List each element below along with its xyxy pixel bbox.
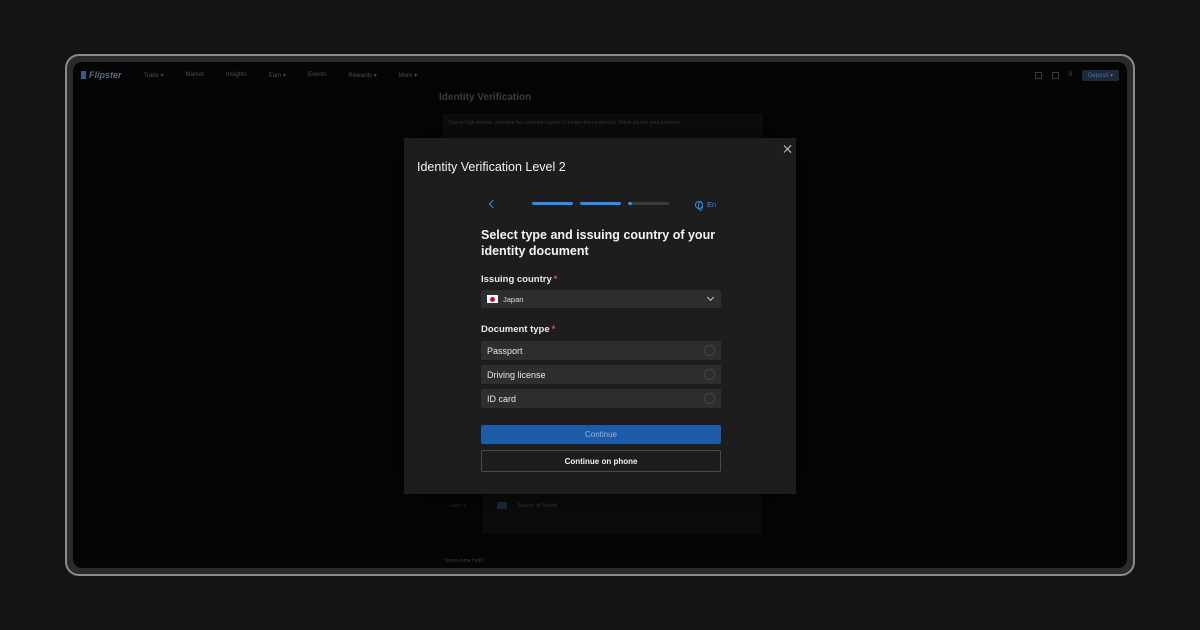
radio-button[interactable] (704, 393, 715, 404)
issuing-country-label: Issuing country * (481, 274, 557, 285)
brand-logo[interactable]: Flipster (81, 70, 122, 80)
language-label: En (707, 200, 717, 209)
nav-item-rewards[interactable]: Rewards ▾ (348, 72, 376, 79)
radio-button[interactable] (704, 345, 715, 356)
required-mark: * (553, 274, 558, 285)
notification-count[interactable]: 0 (1069, 72, 1072, 78)
notice-banner: Due to high volume, wait time for custom… (443, 114, 763, 140)
logo-icon (81, 71, 86, 79)
level-label: Level 4 (449, 503, 466, 509)
option-label: ID card (487, 393, 517, 404)
step-heading: Select type and issuing country of your … (481, 228, 716, 258)
close-icon[interactable] (781, 143, 793, 155)
modal-title: Identity Verification Level 2 (417, 160, 566, 174)
issuing-country-label-text: Issuing country (481, 274, 552, 285)
wallet-icon[interactable] (1051, 71, 1059, 79)
nav-item-trade[interactable]: Trade ▾ (144, 72, 164, 79)
brand-name: Flipster (89, 70, 122, 80)
help-link[interactable]: Need some help? (445, 558, 484, 564)
nav-item-earn[interactable]: Earn ▾ (269, 72, 286, 79)
document-option-driving-license[interactable]: Driving license (481, 365, 721, 384)
language-selector[interactable]: En (695, 200, 717, 211)
required-mark: * (551, 324, 556, 335)
download-icon[interactable] (1034, 71, 1042, 79)
continue-on-phone-button[interactable]: Continue on phone (481, 450, 721, 472)
chevron-down-icon (706, 293, 715, 302)
globe-icon (695, 200, 703, 211)
source-of-funds-card[interactable] (483, 492, 761, 534)
option-label: Driving license (487, 369, 546, 380)
nav-right-group: 0 Deposit ▾ (1034, 69, 1119, 81)
top-navigation: Flipster Trade ▾ Market Insights Earn ▾ … (73, 62, 1127, 88)
document-type-label: Document type * (481, 324, 555, 335)
issuing-country-value: Japan (503, 294, 524, 304)
nav-item-insights[interactable]: Insights (226, 72, 247, 78)
nav-item-market[interactable]: Market (186, 72, 204, 78)
back-arrow-icon[interactable] (487, 199, 497, 209)
source-of-funds-label: Source of Funds (517, 503, 558, 509)
document-option-passport[interactable]: Passport (481, 341, 721, 360)
page-title: Identity Verification (439, 92, 532, 103)
nav-item-events[interactable]: Events (308, 72, 326, 78)
progress-step-3 (628, 202, 669, 205)
nav-item-more[interactable]: More ▾ (399, 72, 417, 79)
verification-modal: Identity Verification Level 2 En Select … (404, 138, 796, 494)
continue-button[interactable]: Continue (481, 425, 721, 444)
document-icon (497, 502, 507, 509)
option-label: Passport (487, 345, 523, 356)
deposit-button[interactable]: Deposit ▾ (1081, 69, 1119, 81)
progress-step-1 (532, 202, 573, 205)
step-progress (532, 202, 669, 205)
progress-step-2 (580, 202, 621, 205)
radio-button[interactable] (704, 369, 715, 380)
issuing-country-select[interactable]: Japan (481, 290, 721, 308)
japan-flag-icon (487, 295, 498, 303)
document-type-label-text: Document type (481, 324, 550, 335)
document-option-id-card[interactable]: ID card (481, 389, 721, 408)
